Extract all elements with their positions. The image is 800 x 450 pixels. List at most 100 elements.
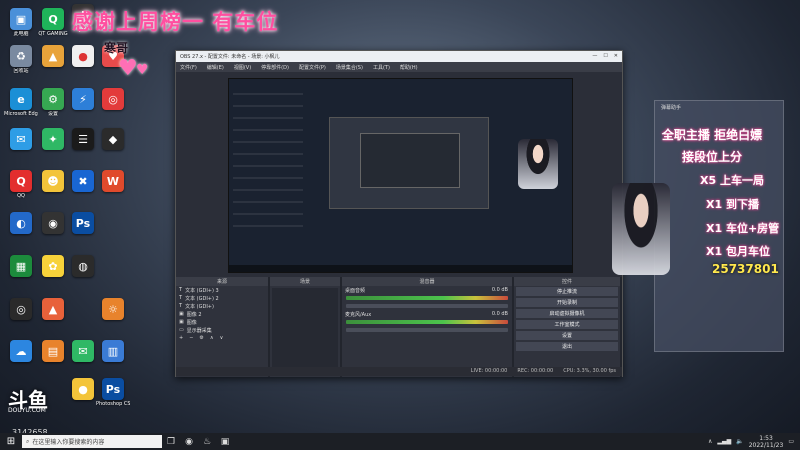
search-icon: ⌕ xyxy=(26,437,30,445)
menu-scene-collection[interactable]: 场景集合(S) xyxy=(336,64,363,71)
desktop-icon[interactable]: ☁ xyxy=(4,340,38,362)
desktop-icon[interactable]: ▥ xyxy=(96,340,130,362)
desktop-icon-recycle-bin[interactable]: ♻ 回收站 xyxy=(4,45,38,74)
settings-button[interactable]: 设置 xyxy=(516,331,618,340)
stop-streaming-button[interactable]: 停止推流 xyxy=(516,287,618,296)
obs-preview[interactable] xyxy=(228,78,573,273)
desktop-icon[interactable]: ▤ xyxy=(36,340,70,362)
source-item[interactable]: T 文本 (GDI+) 2 xyxy=(176,294,268,302)
desktop-icon[interactable]: ◎ xyxy=(4,298,38,320)
system-tray: ∧ ▂▄▆ 🔈 1:53 2022/11/23 ▭ xyxy=(708,435,800,449)
volume-slider[interactable] xyxy=(346,304,508,308)
menu-file[interactable]: 文件(F) xyxy=(180,64,197,71)
steam-taskbar-icon[interactable]: ♨ xyxy=(198,433,216,450)
desktop-icon[interactable]: ◎ xyxy=(96,88,130,110)
app-icon: W xyxy=(102,170,124,192)
desktop-icon[interactable]: ✉ xyxy=(4,128,38,150)
cpu-status: CPU: 3.3%, 30.00 fps xyxy=(563,368,616,374)
menu-view[interactable]: 视图(V) xyxy=(234,64,251,71)
close-icon[interactable]: ✕ xyxy=(614,53,618,60)
desktop-icon-photoshop[interactable]: Ps Photoshop CS6 xyxy=(96,378,130,407)
dock-scenes: 场景 + − ∧ ∨ xyxy=(270,277,340,377)
up-icon[interactable]: ∧ xyxy=(210,335,214,341)
promo-text: 全职主播 拒绝白嫖 接段位上分 xyxy=(661,128,763,164)
perk-line: X5 上车一局 xyxy=(700,174,764,187)
notification-icon[interactable]: ▭ xyxy=(788,438,794,445)
menu-docks[interactable]: 停靠部件(D) xyxy=(261,64,289,71)
menu-profile[interactable]: 配置文件(P) xyxy=(299,64,326,71)
perk-line: X1 到下播 xyxy=(706,198,759,211)
desktop-icon[interactable]: ✦ xyxy=(36,128,70,150)
desktop-icon[interactable]: ▲ xyxy=(36,45,70,67)
desktop-icon[interactable]: Ps xyxy=(66,212,100,234)
source-item[interactable]: ▣ 图像 xyxy=(176,318,268,326)
obs-title-bar: OBS 27.x - 配置文件: 未命名 - 场景: 小枫儿 — ☐ ✕ xyxy=(176,51,622,62)
source-item[interactable]: T 文本 (GDI+) xyxy=(176,302,268,310)
desktop-icon[interactable]: ✖ xyxy=(66,170,100,192)
menu-edit[interactable]: 编辑(E) xyxy=(207,64,224,71)
qq-icon: Q xyxy=(10,170,32,192)
desktop-icon[interactable]: ● xyxy=(66,378,100,400)
gear-icon: ⚙ xyxy=(42,88,64,110)
desktop-icon[interactable]: ☰ xyxy=(66,128,100,150)
desktop-icon[interactable]: ◐ xyxy=(4,212,38,234)
studio-mode-button[interactable]: 工作室模式 xyxy=(516,320,618,329)
app-icon: ◐ xyxy=(10,212,32,234)
volume-icon[interactable]: 🔈 xyxy=(736,438,743,445)
source-item[interactable]: ▭ 显示器采集 xyxy=(176,326,268,334)
menu-help[interactable]: 帮助(H) xyxy=(400,64,418,71)
minimize-icon[interactable]: — xyxy=(592,53,597,60)
computer-icon: ▣ xyxy=(10,8,32,30)
dock-mixer-header: 混音器 xyxy=(342,277,512,286)
text-icon: T xyxy=(179,287,183,293)
clock[interactable]: 1:53 2022/11/23 xyxy=(749,435,784,449)
photoshop-icon: Ps xyxy=(72,212,94,234)
desktop-icon[interactable]: ▦ xyxy=(4,255,38,277)
chevron-up-icon[interactable]: ∧ xyxy=(708,438,712,445)
volume-slider[interactable] xyxy=(346,328,508,332)
maximize-icon[interactable]: ☐ xyxy=(603,53,607,60)
down-icon[interactable]: ∨ xyxy=(220,335,224,341)
desktop-icon[interactable]: ◉ xyxy=(36,212,70,234)
desktop-icon[interactable]: ✿ xyxy=(36,255,70,277)
network-icon[interactable]: ▂▄▆ xyxy=(717,438,731,445)
image-icon: ▣ xyxy=(179,311,184,317)
task-view-icon[interactable]: ❐ xyxy=(162,433,180,450)
desktop-icon[interactable]: ⚡ xyxy=(66,88,100,110)
exit-button[interactable]: 退出 xyxy=(516,342,618,351)
desktop-icon[interactable]: ● xyxy=(66,45,100,67)
source-item[interactable]: ▣ 图像 2 xyxy=(176,310,268,318)
app-icon: ☁ xyxy=(10,340,32,362)
banner-name: 寒哥 xyxy=(104,41,129,55)
desktop-icon-qt[interactable]: Q QT GAMING xyxy=(36,8,70,37)
desktop-icon-edge[interactable]: e Microsoft Edge xyxy=(4,88,38,117)
obs-taskbar-icon[interactable]: ◉ xyxy=(180,433,198,450)
gear-icon[interactable]: ⚙ xyxy=(199,335,203,341)
app-icon: ☰ xyxy=(72,128,94,150)
desktop-icon[interactable]: W xyxy=(96,170,130,192)
virtual-camera-button[interactable]: 启动虚拟摄像机 xyxy=(516,309,618,318)
app-icon: ▥ xyxy=(102,340,124,362)
desktop-icon-settings[interactable]: ⚙ 设置 xyxy=(36,88,70,117)
source-item[interactable]: T 文本 (GDI+) 3 xyxy=(176,286,268,294)
desktop-icon[interactable]: ◆ xyxy=(96,128,130,150)
desktop-icon[interactable]: ◍ xyxy=(66,255,100,277)
desktop-icon[interactable]: ✉ xyxy=(66,340,100,362)
desktop-icon-qq[interactable]: Q QQ xyxy=(4,170,38,199)
start-recording-button[interactable]: 开始录制 xyxy=(516,298,618,307)
add-icon[interactable]: + xyxy=(179,335,183,341)
desktop-icon[interactable]: ▲ xyxy=(36,298,70,320)
remove-icon[interactable]: − xyxy=(189,335,193,341)
desktop-icon[interactable]: ☼ xyxy=(96,298,130,320)
desktop-icon[interactable]: ☻ xyxy=(36,170,70,192)
app-taskbar-icon[interactable]: ▣ xyxy=(216,433,234,450)
window-controls: — ☐ ✕ xyxy=(592,53,618,60)
app-icon: ☼ xyxy=(102,298,124,320)
menu-tools[interactable]: 工具(T) xyxy=(373,64,390,71)
start-button[interactable]: ⊞ xyxy=(0,433,22,450)
mixer-channel: 麦克风/Aux 0.0 dB xyxy=(345,311,508,318)
scene-list[interactable] xyxy=(272,288,338,367)
desktop-icon-this-pc[interactable]: ▣ 此电脑 xyxy=(4,8,38,37)
heart-icon: ♥ xyxy=(118,56,138,81)
search-input[interactable]: ⌕ 在这里输入你要搜索的内容 xyxy=(22,435,162,448)
